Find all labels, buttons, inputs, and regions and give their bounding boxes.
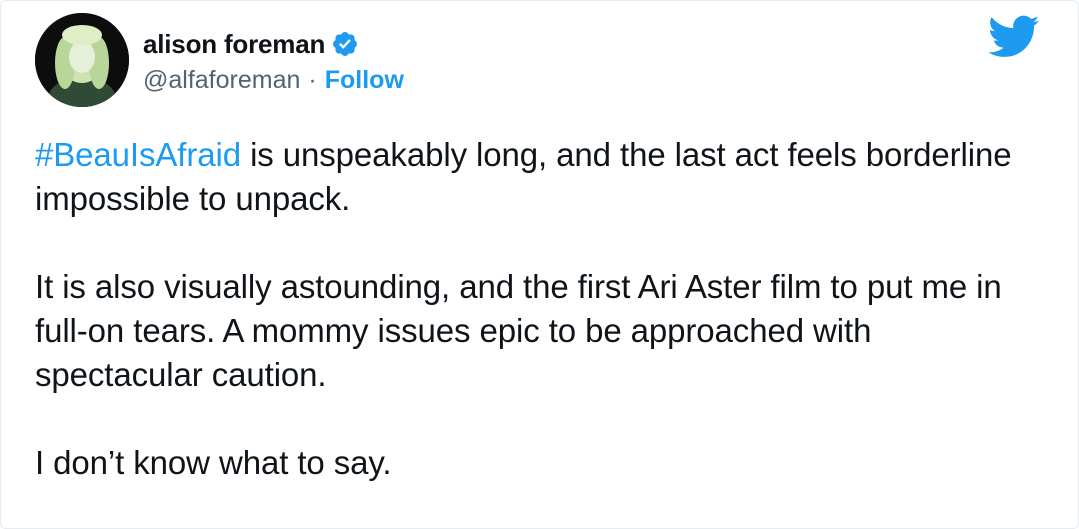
author-identity: alison foreman @alfaforeman · Follow <box>143 27 404 97</box>
tweet-paragraph-2: It is also visually astounding, and the … <box>35 268 1002 393</box>
author-handle[interactable]: @alfaforeman <box>143 66 300 95</box>
follow-button[interactable]: Follow <box>325 66 404 95</box>
handle-row: @alfaforeman · Follow <box>143 63 404 97</box>
tweet-paragraph-3: I don’t know what to say. <box>35 444 392 481</box>
author-display-name[interactable]: alison foreman <box>143 29 325 60</box>
verified-badge-icon <box>331 30 359 58</box>
avatar-image <box>35 13 129 107</box>
separator-dot: · <box>308 65 317 94</box>
name-row: alison foreman <box>143 27 404 61</box>
tweet-body: #BeauIsAfraid is unspeakably long, and t… <box>35 133 1038 485</box>
twitter-bird-icon[interactable] <box>988 15 1040 59</box>
tweet-paragraph-1: #BeauIsAfraid is unspeakably long, and t… <box>35 133 1038 221</box>
hashtag-link[interactable]: #BeauIsAfraid <box>35 136 241 173</box>
tweet-card: alison foreman @alfaforeman · Follow #Be… <box>0 0 1079 529</box>
tweet-header: alison foreman @alfaforeman · Follow <box>35 13 1058 113</box>
avatar[interactable] <box>35 13 129 107</box>
